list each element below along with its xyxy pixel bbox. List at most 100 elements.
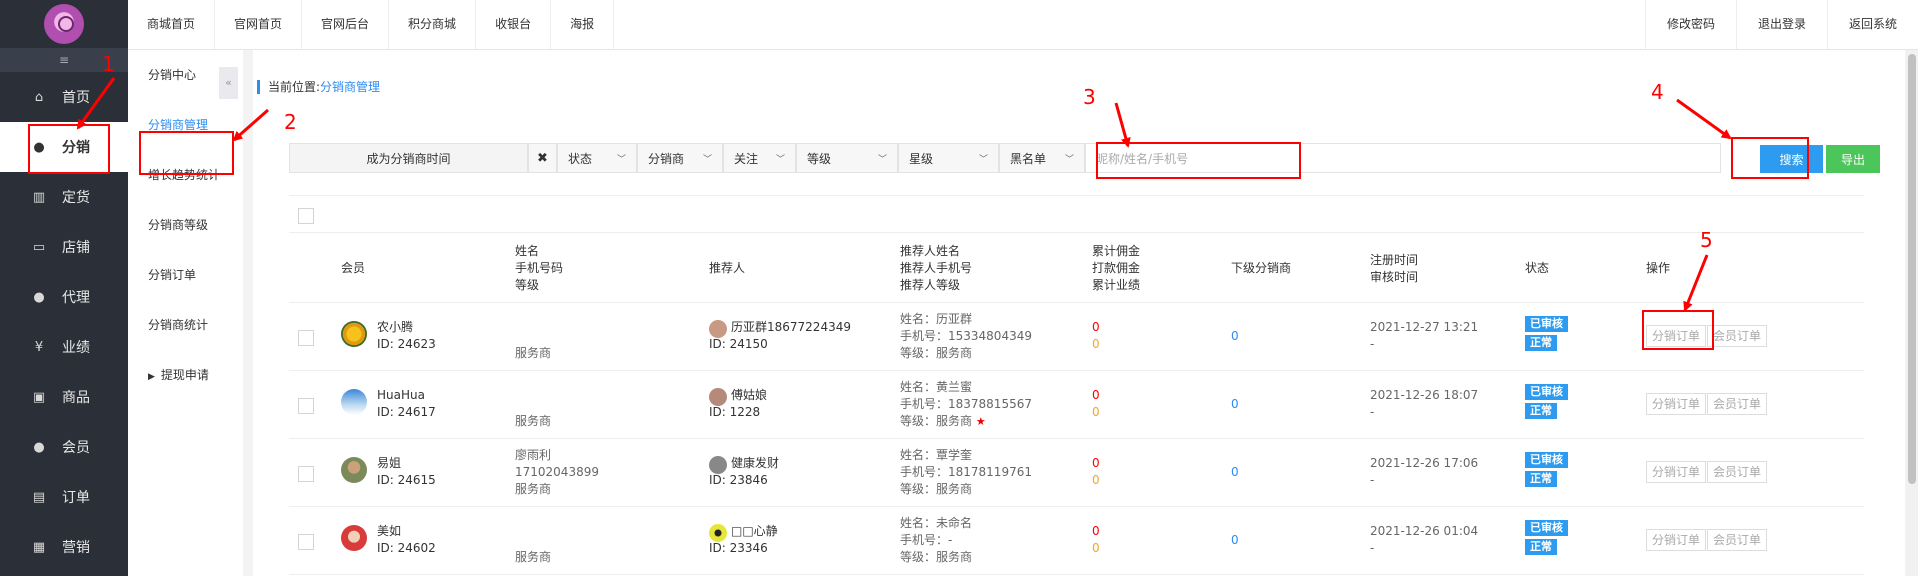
annotation-number-4: 4 [1651,80,1664,104]
commission-info: 00 [1092,319,1100,353]
distributor-select[interactable]: 分销商 ﹀ [637,143,723,173]
row-checkbox[interactable] [298,398,314,414]
breadcrumb-prefix: 当前位置: [268,80,321,94]
time-info: 2021-12-27 13:21 - [1370,319,1478,353]
member-name-info: 服务商 [515,515,551,566]
level-select-label: 等级 [807,151,832,166]
referrer-level-line: 等级：服务商 ★ [900,413,1032,430]
nav-item-orders[interactable]: ▤ 订单 [0,472,128,522]
clear-date-icon[interactable]: ✖ [528,143,557,173]
sub-distributor-count[interactable]: 0 [1231,328,1239,345]
blacklist-select-label: 黑名单 [1010,151,1047,166]
nav-item-store[interactable]: ▭ 店铺 [0,222,128,272]
row-checkbox[interactable] [298,466,314,482]
scrollbar-thumb[interactable] [1908,54,1916,484]
row-checkbox[interactable] [298,330,314,346]
row-checkbox[interactable] [298,534,314,550]
member-id: ID: 24623 [377,337,436,351]
status-select[interactable]: 状态 ﹀ [557,143,637,173]
breadcrumb-current[interactable]: 分销商管理 [320,80,380,94]
star-select[interactable]: 星级 ﹀ [898,143,999,173]
subnav-distributor-stats[interactable]: 分销商统计 [128,300,243,350]
nav-item-label: 商品 [62,390,90,406]
member-avatar [341,389,367,415]
commission-info: 00 [1092,455,1100,489]
select-all-checkbox[interactable] [298,208,314,224]
referrer-phone: 手机号：18378815567 [900,397,1032,411]
nav-item-products[interactable]: ▣ 商品 [0,372,128,422]
col-commission-line: 累计业绩 [1092,278,1141,292]
col-name: 姓名 手机号码 等级 [515,243,563,294]
member-orders-button[interactable]: 会员订单 [1707,461,1768,483]
time-info: 2021-12-26 17:06 - [1370,455,1478,489]
audited-badge: 已审核 [1525,520,1568,536]
nav-item-performance[interactable]: ¥ 业绩 [0,322,128,372]
sub-distributor-count[interactable]: 0 [1231,396,1239,413]
member-phone [515,532,551,549]
member-nickname: 美如 [377,524,402,538]
commission-paid: 0 [1092,541,1100,555]
commission-paid: 0 [1092,337,1100,351]
tab-mall-home[interactable]: 商城首页 [128,0,216,49]
logout-link[interactable]: 退出登录 [1735,0,1827,49]
referrer-name: 姓名：覃学奎 [900,448,973,462]
referrer-info: 健康发财 ID: 23846 [709,455,779,489]
yen-icon: ¥ [34,339,44,355]
table-header: 会员 姓名 手机号码 等级 推荐人 推荐人姓名 推荐人手机号 推荐人等级 累计佣金 打款佣… [289,233,1864,303]
col-time-line: 注册时间 [1370,253,1419,267]
register-time: 2021-12-26 18:07 [1370,388,1479,402]
nav-item-members[interactable]: ● 会员 [0,422,128,472]
referrer-name: 姓名：历亚群 [900,312,973,326]
nav-item-label: 会员 [62,440,90,456]
status-badges: 已审核 正常 [1525,451,1568,487]
nav-item-agent[interactable]: ● 代理 [0,272,128,322]
nav-item-home[interactable]: ⌂ 首页 [0,72,128,122]
distribution-orders-button[interactable]: 分销订单 [1646,529,1707,551]
subnav-withdraw[interactable]: ▶ 提现申请 [128,350,243,400]
annotation-box-5 [1642,310,1714,350]
tab-site-admin[interactable]: 官网后台 [302,0,390,49]
tab-poster[interactable]: 海报 [551,0,615,49]
col-time-line: 审核时间 [1370,270,1419,284]
member-orders-button[interactable]: 会员订单 [1707,393,1768,415]
subnav-collapse-icon[interactable]: « [219,67,238,99]
commission-total: 0 [1092,524,1100,538]
member-nickname: 农小腾 [377,320,414,334]
follow-select-label: 关注 [734,151,759,166]
join-date-range-input[interactable]: 成为分销商时间 [289,143,528,173]
page-scrollbar[interactable] [1906,50,1918,576]
follow-select[interactable]: 关注 ﹀ [723,143,796,173]
commission-info: 00 [1092,387,1100,421]
col-ref-line: 推荐人等级 [900,278,961,292]
sub-distributor-count[interactable]: 0 [1231,532,1239,549]
distribution-orders-button[interactable]: 分销订单 [1646,393,1707,415]
member-orders-button[interactable]: 会员订单 [1707,325,1768,347]
subnav-distributor-level[interactable]: 分销商等级 [128,200,243,250]
member-orders-button[interactable]: 会员订单 [1707,529,1768,551]
member-level: 服务商 [515,550,552,564]
chevron-down-icon: ﹀ [1064,155,1074,165]
tab-cashier[interactable]: 收银台 [476,0,552,49]
nav-item-order-goods[interactable]: ▥ 定货 [0,172,128,222]
col-ref-line: 推荐人姓名 [900,244,961,258]
audit-time: - [1370,405,1375,419]
table-row: 易姐 ID: 24615 廖雨利 17102043899 服务商 健康发财 ID: 23… [289,439,1864,507]
caret-right-icon: ▶ [148,372,155,382]
subnav-distribution-orders[interactable]: 分销订单 [128,250,243,300]
audit-time: - [1370,541,1375,555]
sub-distributor-count[interactable]: 0 [1231,464,1239,481]
nav-item-marketing[interactable]: ▦ 营销 [0,522,128,572]
blacklist-select[interactable]: 黑名单 ﹀ [999,143,1085,173]
nav-item-label: 代理 [62,290,90,306]
change-password-link[interactable]: 修改密码 [1644,0,1736,49]
tab-points-mall[interactable]: 积分商城 [389,0,477,49]
export-button[interactable]: 导出 [1826,145,1880,173]
distribution-orders-button[interactable]: 分销订单 [1646,461,1707,483]
tab-site-home[interactable]: 官网首页 [215,0,303,49]
nav-item-label: 订单 [62,490,90,506]
level-select[interactable]: 等级 ﹀ [796,143,898,173]
commission-total: 0 [1092,456,1100,470]
col-name-line: 手机号码 [515,261,564,275]
referrer-info: □□心静 ID: 23346 [709,523,778,557]
back-to-system-link[interactable]: 返回系统 [1826,0,1918,49]
